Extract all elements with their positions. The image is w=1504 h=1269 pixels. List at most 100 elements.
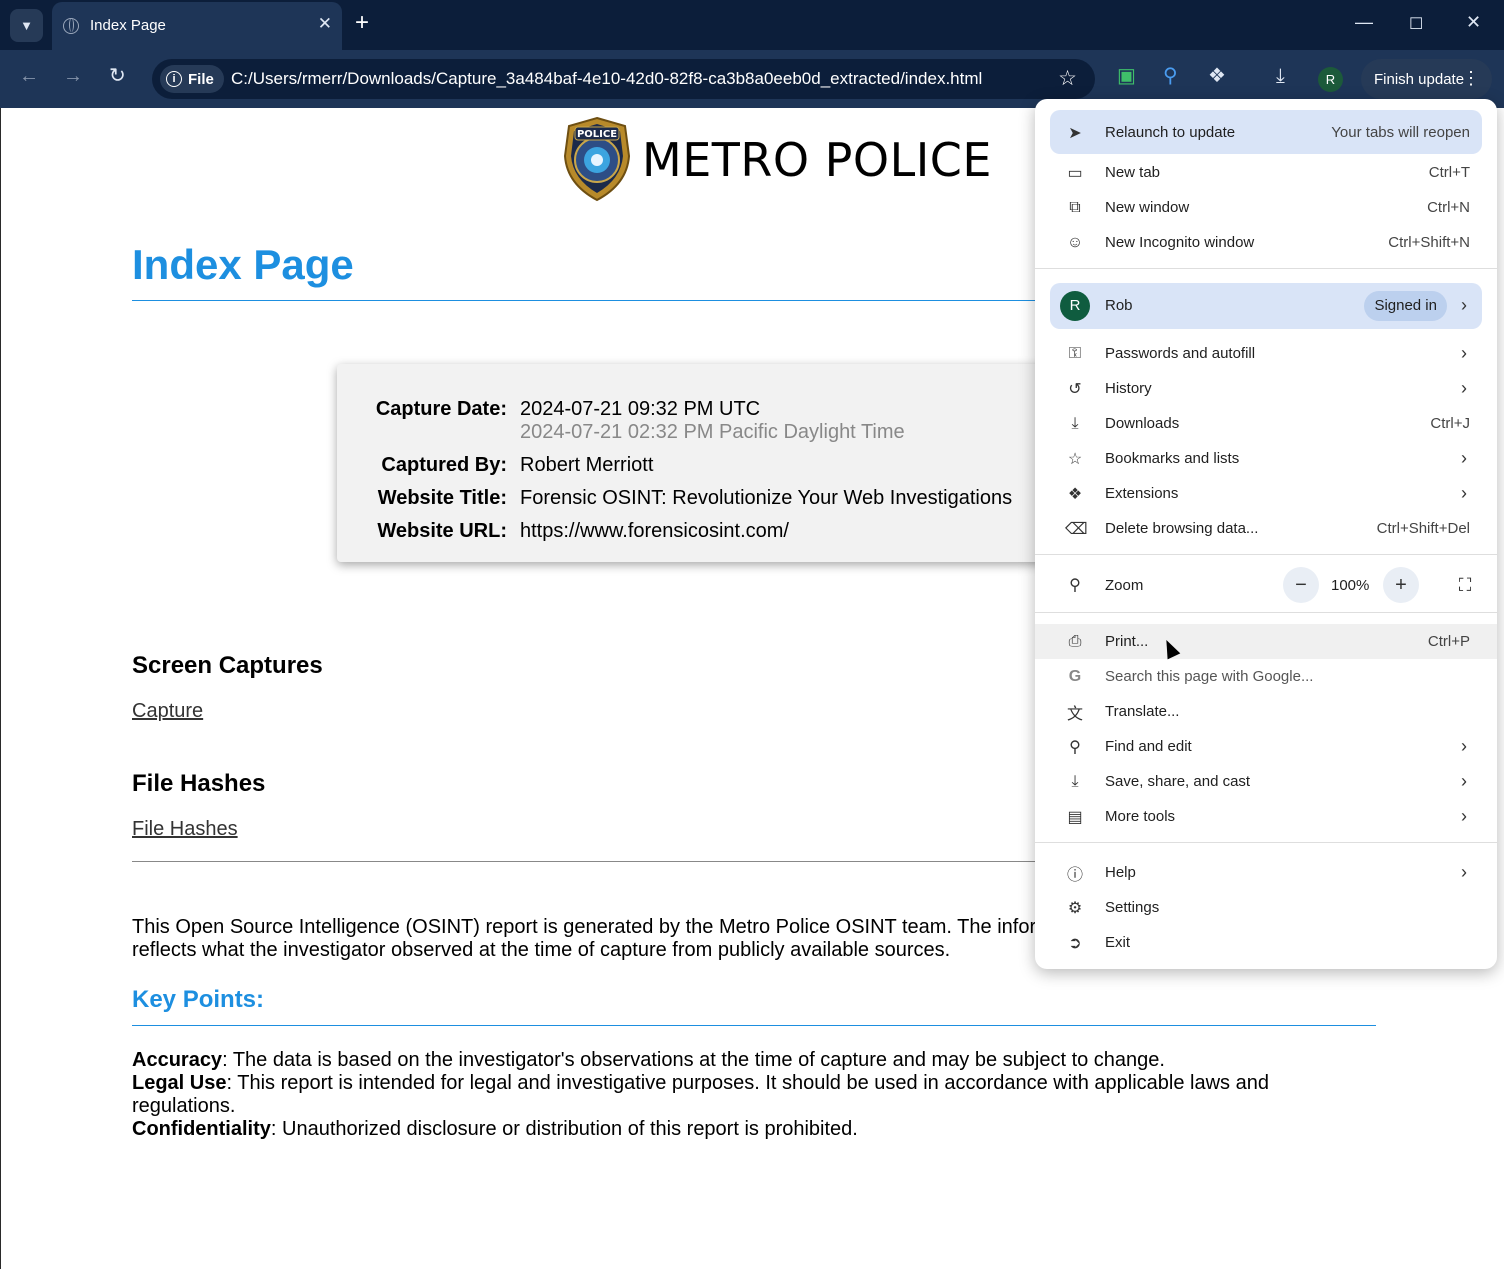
relaunch-hint: Your tabs will reopen <box>1331 124 1470 141</box>
menu-item-label: Translate... <box>1105 703 1180 720</box>
captured-by-label: Captured By: <box>381 454 507 476</box>
menu-item-print[interactable]: ⎙ Print... Ctrl+P <box>1035 624 1497 659</box>
google-icon: G <box>1068 667 1082 685</box>
chevron-right-icon: › <box>1461 771 1467 791</box>
zoom-in-button[interactable]: + <box>1383 567 1419 603</box>
file-hashes-heading: File Hashes <box>132 770 266 797</box>
menu-item-search-google[interactable]: G Search this page with Google... <box>1035 659 1497 694</box>
captured-by-value: Robert Merriott <box>520 454 654 476</box>
finish-update-button[interactable]: Finish update ⋮ <box>1361 59 1492 99</box>
profile-avatar[interactable]: R <box>1318 67 1343 92</box>
key-points-heading: Key Points: <box>132 986 265 1013</box>
menu-item-new-tab[interactable]: ▭ New tab Ctrl+T <box>1035 155 1497 190</box>
zoom-icon: ⚲ <box>1069 577 1081 594</box>
menu-item-label: New Incognito window <box>1105 234 1255 251</box>
key-point-term: Confidentiality <box>132 1118 271 1140</box>
profile-name: Rob <box>1105 297 1133 314</box>
badge-text: POLICE <box>577 129 617 140</box>
website-title-label: Website Title: <box>377 487 507 509</box>
tab-title: Index Page <box>90 17 166 34</box>
menu-item-shortcut: Ctrl+N <box>1427 199 1470 216</box>
finish-update-label: Finish update <box>1374 70 1465 88</box>
site-name: METRO POLICE <box>642 133 992 187</box>
capture-link[interactable]: Capture <box>132 700 203 723</box>
printer-icon: ⎙ <box>1068 632 1082 650</box>
menu-item-settings[interactable]: ⚙ Settings <box>1035 890 1497 925</box>
website-url-value: https://www.forensicosint.com/ <box>520 520 789 542</box>
extension-green-icon[interactable]: ▣ <box>1117 66 1136 86</box>
key-point-text: : This report is intended for legal and … <box>132 1072 1269 1117</box>
menu-item-passwords[interactable]: ⚿ Passwords and autofill › <box>1035 336 1497 371</box>
menu-item-exit[interactable]: ➲ Exit <box>1035 925 1497 960</box>
minimize-icon[interactable]: — <box>1355 12 1373 33</box>
gear-icon: ⚙ <box>1067 899 1083 917</box>
maximize-icon[interactable]: ☐ <box>1409 14 1423 34</box>
menu-item-translate[interactable]: 文 Translate... <box>1035 694 1497 729</box>
key-point-term: Legal Use <box>132 1072 227 1094</box>
menu-item-label: Save, share, and cast <box>1105 773 1251 790</box>
menu-item-downloads[interactable]: ⤓ Downloads Ctrl+J <box>1035 406 1497 441</box>
incognito-icon: ☺ <box>1066 233 1084 251</box>
menu-item-label: Zoom <box>1105 576 1144 594</box>
close-window-icon[interactable]: ✕ <box>1466 12 1481 33</box>
title-bar: ▼ Index Page ✕ + — ☐ ✕ <box>0 0 1504 50</box>
menu-item-more-tools[interactable]: ▤ More tools › <box>1035 799 1497 834</box>
zoom-out-button[interactable]: − <box>1283 567 1319 603</box>
address-bar[interactable]: i File C:/Users/rmerr/Downloads/Capture_… <box>152 59 1095 99</box>
menu-separator <box>1035 268 1497 269</box>
menu-item-label: Delete browsing data... <box>1105 520 1259 537</box>
menu-item-extensions[interactable]: ❖ Extensions › <box>1035 476 1497 511</box>
chrome-main-menu: ➤ Relaunch to update Your tabs will reop… <box>1035 99 1497 969</box>
menu-item-relaunch[interactable]: ➤ Relaunch to update Your tabs will reop… <box>1035 115 1497 150</box>
downloads-icon[interactable]: ⤓ <box>1276 66 1285 86</box>
menu-item-label: New tab <box>1105 164 1161 181</box>
menu-item-incognito[interactable]: ☺ New Incognito window Ctrl+Shift+N <box>1035 225 1497 260</box>
website-title-value: Forensic OSINT: Revolutionize Your Web I… <box>520 487 1013 509</box>
active-tab[interactable]: Index Page ✕ <box>52 2 342 50</box>
new-tab-button[interactable]: + <box>355 11 369 35</box>
menu-item-find-edit[interactable]: ⚲ Find and edit › <box>1035 729 1497 764</box>
menu-item-save-share[interactable]: ⤓ Save, share, and cast › <box>1035 764 1497 799</box>
trash-icon: ⌫ <box>1065 520 1088 538</box>
help-icon: ⓘ <box>1066 866 1083 884</box>
translate-icon: 文 <box>1066 705 1083 723</box>
site-info-chip[interactable]: i File <box>160 65 224 93</box>
menu-item-shortcut: Ctrl+Shift+N <box>1388 234 1470 251</box>
menu-item-delete-data[interactable]: ⌫ Delete browsing data... Ctrl+Shift+Del <box>1035 511 1497 546</box>
back-arrow-icon[interactable]: ← <box>19 66 39 86</box>
page-title: Index Page <box>132 241 354 288</box>
chevron-right-icon: › <box>1461 378 1467 398</box>
reload-icon[interactable]: ↻ <box>109 66 126 86</box>
new-window-icon: ⧉ <box>1069 198 1081 216</box>
extension-search-icon[interactable]: ⚲ <box>1163 66 1178 86</box>
find-icon: ⚲ <box>1069 738 1081 756</box>
menu-item-bookmarks[interactable]: ☆ Bookmarks and lists › <box>1035 441 1497 476</box>
menu-item-profile[interactable]: R Rob Signed in › <box>1035 288 1497 323</box>
tab-search-button[interactable]: ▼ <box>10 9 43 42</box>
menu-separator <box>1035 612 1497 613</box>
file-hashes-link[interactable]: File Hashes <box>132 818 238 841</box>
url-text[interactable]: C:/Users/rmerr/Downloads/Capture_3a484ba… <box>231 69 982 89</box>
menu-item-label: Help <box>1105 864 1136 881</box>
police-badge-logo: POLICE <box>561 116 633 202</box>
bookmark-star-icon[interactable]: ☆ <box>1058 66 1077 91</box>
menu-item-label: New window <box>1105 199 1190 216</box>
chevron-right-icon: › <box>1461 862 1467 882</box>
kebab-menu-icon[interactable]: ⋮ <box>1462 68 1480 88</box>
menu-item-help[interactable]: ⓘ Help › <box>1035 855 1497 890</box>
extensions-puzzle-icon[interactable]: ❖ <box>1208 66 1226 86</box>
key-point-legal-use: Legal Use: This report is intended for l… <box>132 1072 1332 1118</box>
chevron-right-icon: › <box>1461 736 1467 756</box>
menu-item-history[interactable]: ↺ History › <box>1035 371 1497 406</box>
key-point-text: : The data is based on the investigator'… <box>222 1049 1165 1071</box>
key-point-confidentiality: Confidentiality: Unauthorized disclosure… <box>132 1118 1332 1141</box>
screen-captures-heading: Screen Captures <box>132 652 323 679</box>
download-icon: ⤓ <box>1071 414 1079 432</box>
signed-in-badge: Signed in <box>1364 290 1447 321</box>
fullscreen-icon[interactable]: ⛶ <box>1447 567 1483 603</box>
chevron-right-icon: › <box>1461 806 1467 826</box>
menu-separator <box>1035 842 1497 843</box>
menu-item-new-window[interactable]: ⧉ New window Ctrl+N <box>1035 190 1497 225</box>
close-tab-icon[interactable]: ✕ <box>318 14 332 34</box>
forward-arrow-icon[interactable]: → <box>63 66 83 86</box>
